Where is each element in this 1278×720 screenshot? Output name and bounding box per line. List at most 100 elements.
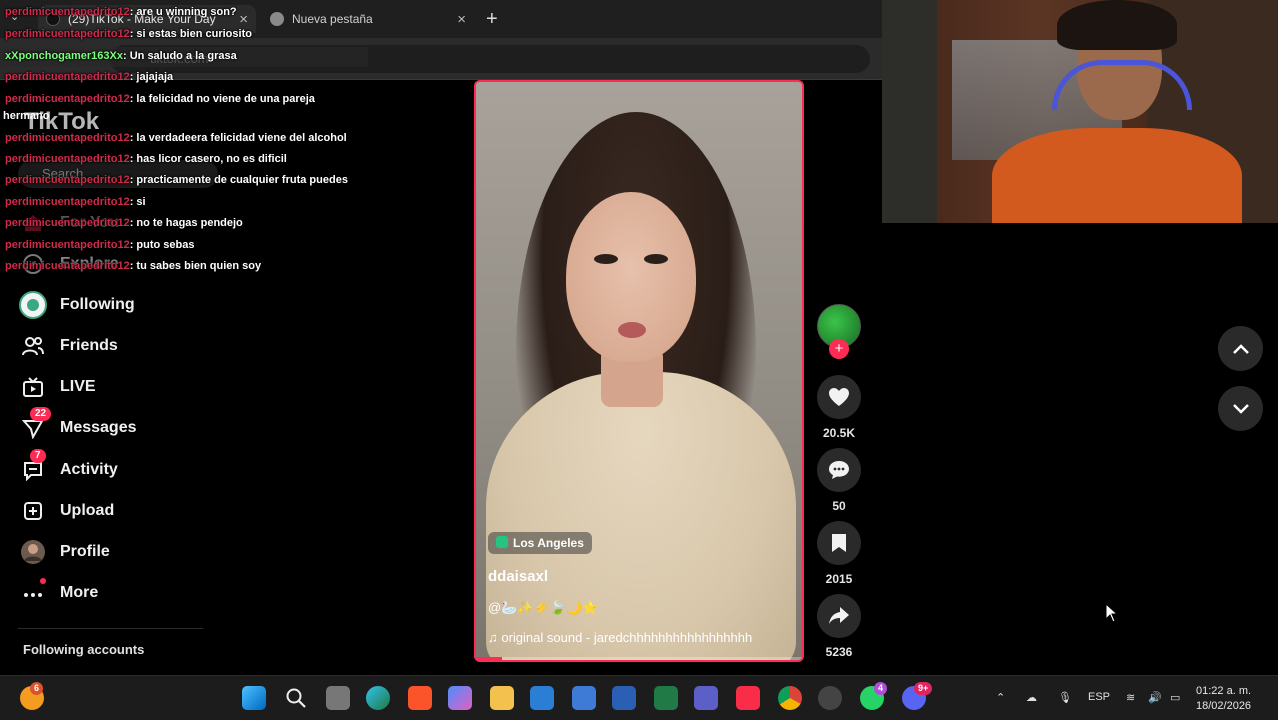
onedrive-icon[interactable]: ☁ bbox=[1026, 691, 1037, 704]
tray-overflow-chevron-icon[interactable]: ⌃ bbox=[996, 691, 1005, 704]
heart-icon bbox=[829, 388, 849, 406]
microphone-icon[interactable]: 🎙 bbox=[1058, 691, 1072, 704]
webcam-wall bbox=[882, 0, 942, 223]
next-video-button[interactable] bbox=[1218, 386, 1263, 431]
wifi-icon[interactable]: ≋ bbox=[1126, 691, 1135, 704]
chat-message: perdimicuentapedrito12: si bbox=[5, 196, 146, 208]
video-sound[interactable]: ♫ original sound - jaredchhhhhhhhhhhhhhh… bbox=[488, 630, 752, 645]
sidebar-divider bbox=[18, 628, 203, 629]
chat-message: perdimicuentapedrito12: puto sebas bbox=[5, 239, 195, 251]
bookmark-icon bbox=[832, 534, 846, 552]
tab-new-tab[interactable]: Nueva pestaña × bbox=[262, 5, 474, 33]
clock[interactable]: 01:22 a. m. 18/02/2026 bbox=[1196, 684, 1251, 714]
file-explorer-icon[interactable] bbox=[490, 686, 514, 710]
chat-message: xXponchogamer163Xx: Un saludo a la grasa bbox=[5, 50, 237, 62]
nav-friends[interactable]: Friends bbox=[18, 331, 118, 361]
share-button[interactable] bbox=[817, 594, 861, 638]
nav-live[interactable]: LIVE bbox=[18, 372, 96, 402]
nav-more[interactable]: More bbox=[18, 578, 98, 608]
obs-icon[interactable] bbox=[818, 686, 842, 710]
widgets-badge: 6 bbox=[30, 682, 44, 695]
location-label: Los Angeles bbox=[513, 536, 584, 550]
profile-avatar-icon bbox=[18, 537, 48, 567]
nav-label: LIVE bbox=[60, 378, 96, 395]
messages-badge: 22 bbox=[30, 407, 52, 421]
nav-following[interactable]: Following bbox=[18, 290, 135, 320]
video-author[interactable]: ddaisaxl bbox=[488, 568, 548, 585]
nav-label: Following bbox=[60, 296, 135, 313]
chat-message: perdimicuentapedrito12: la verdadeera fe… bbox=[5, 132, 347, 144]
video-subject-eye bbox=[594, 254, 618, 264]
copilot-icon[interactable] bbox=[448, 686, 472, 710]
more-dot-badge bbox=[40, 578, 46, 584]
nav-messages[interactable]: 22 Messages bbox=[18, 407, 137, 443]
location-pin-icon bbox=[496, 536, 508, 548]
chat-message: perdimicuentapedrito12: jajajaja bbox=[5, 71, 174, 83]
share-count: 5236 bbox=[825, 645, 853, 659]
video-progress-bar[interactable] bbox=[476, 657, 802, 660]
webcam-overlay bbox=[882, 0, 1278, 223]
like-count: 20.5K bbox=[822, 426, 856, 440]
excel-icon[interactable] bbox=[654, 686, 678, 710]
activity-badge: 7 bbox=[30, 449, 46, 463]
chrome-icon[interactable] bbox=[778, 686, 802, 710]
activity-icon: 7 bbox=[18, 449, 48, 485]
chat-message: perdimicuentapedrito12: tu sabes bien qu… bbox=[5, 260, 262, 272]
volume-icon[interactable]: 🔊 bbox=[1148, 691, 1162, 704]
live-tv-icon bbox=[18, 372, 48, 402]
mouse-cursor-icon bbox=[1105, 603, 1119, 623]
clock-date: 18/02/2026 bbox=[1196, 700, 1252, 712]
nav-profile[interactable]: Profile bbox=[18, 537, 110, 567]
nav-label: Messages bbox=[60, 419, 137, 436]
chat-message: perdimicuentapedrito12: are u winning so… bbox=[5, 6, 237, 18]
video-player[interactable]: Los Angeles ddaisaxl @🦢✨⚡🍃🌙⭐ ♫ original … bbox=[474, 80, 804, 662]
save-count: 2015 bbox=[825, 572, 853, 586]
friends-icon bbox=[18, 331, 48, 361]
outlook-icon[interactable] bbox=[530, 686, 554, 710]
comment-icon bbox=[829, 461, 849, 479]
nav-label: Upload bbox=[60, 502, 115, 519]
close-tab-icon[interactable]: × bbox=[239, 11, 248, 28]
chat-message: perdimicuentapedrito12: practicamente de… bbox=[5, 174, 348, 186]
comment-count: 50 bbox=[832, 499, 846, 513]
chevron-up-icon bbox=[1232, 343, 1249, 354]
store-icon[interactable] bbox=[572, 686, 596, 710]
word-icon[interactable] bbox=[612, 686, 636, 710]
chat-message: perdimicuentapedrito12: has licor casero… bbox=[5, 153, 287, 165]
chat-message-wrap: hermano bbox=[3, 110, 50, 122]
bookmark-button[interactable] bbox=[817, 521, 861, 565]
close-tab-icon[interactable]: × bbox=[457, 11, 466, 28]
follow-plus-button[interactable]: + bbox=[829, 339, 849, 359]
video-subject-body bbox=[486, 372, 796, 660]
teams-icon[interactable] bbox=[694, 686, 718, 710]
video-subject-eye bbox=[644, 254, 668, 264]
tab-title: Nueva pestaña bbox=[292, 12, 373, 26]
location-tag[interactable]: Los Angeles bbox=[488, 532, 592, 554]
chat-message: perdimicuentapedrito12: no te hagas pend… bbox=[5, 217, 243, 229]
chrome-favicon-icon bbox=[270, 12, 284, 26]
task-view-icon[interactable] bbox=[326, 686, 350, 710]
nav-label: Friends bbox=[60, 337, 118, 354]
video-subject-face bbox=[566, 192, 696, 362]
brave-icon[interactable] bbox=[408, 686, 432, 710]
search-icon[interactable] bbox=[284, 686, 308, 710]
nav-upload[interactable]: Upload bbox=[18, 496, 114, 526]
comment-button[interactable] bbox=[817, 448, 861, 492]
discord-badge: 9+ bbox=[914, 682, 933, 695]
previous-video-button[interactable] bbox=[1218, 326, 1263, 371]
chat-message: perdimicuentapedrito12: si estas bien cu… bbox=[5, 28, 252, 40]
video-subject-lips bbox=[618, 322, 646, 338]
like-button[interactable] bbox=[817, 375, 861, 419]
music-icon[interactable] bbox=[736, 686, 760, 710]
video-progress-fill bbox=[476, 657, 503, 660]
battery-icon[interactable]: ▭ bbox=[1170, 691, 1180, 704]
chevron-down-icon bbox=[1232, 403, 1249, 414]
new-tab-button[interactable]: + bbox=[486, 8, 498, 31]
language-indicator[interactable]: ESP bbox=[1088, 691, 1110, 703]
edge-icon[interactable] bbox=[366, 686, 390, 710]
whatsapp-badge: 4 bbox=[874, 682, 888, 695]
nav-activity[interactable]: 7 Activity bbox=[18, 449, 118, 485]
start-icon[interactable] bbox=[242, 686, 266, 710]
following-accounts-heading: Following accounts bbox=[23, 642, 145, 657]
chat-message: perdimicuentapedrito12: la felicidad no … bbox=[5, 93, 315, 105]
